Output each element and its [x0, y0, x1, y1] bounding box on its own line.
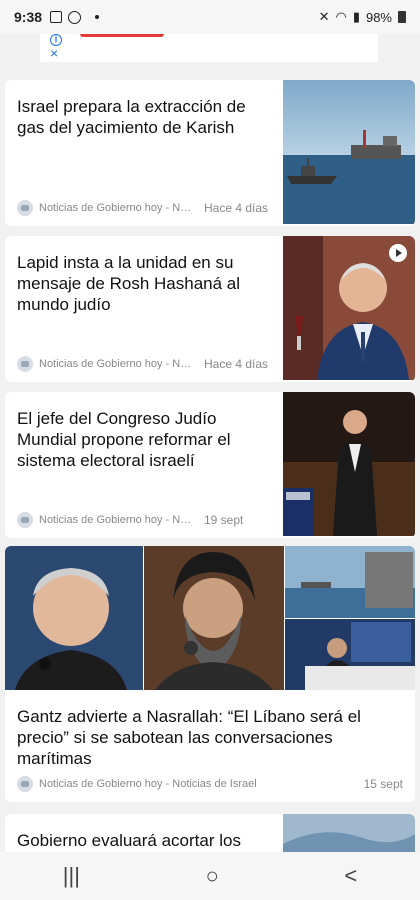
video-play-icon[interactable] [389, 244, 407, 262]
home-button[interactable]: ○ [206, 863, 219, 889]
wifi-icon: ◠ [335, 9, 347, 24]
battery-icon [398, 11, 406, 23]
article-card[interactable]: El jefe del Congreso Judío Mundial propo… [5, 392, 415, 538]
article-time: Hace 4 días [204, 357, 269, 371]
article-title: Gobierno evaluará acortar los [17, 831, 241, 850]
source-icon [17, 356, 33, 372]
article-title: Lapid insta a la unidad en su mensaje de… [17, 253, 241, 314]
article-title: El jefe del Congreso Judío Mundial propo… [17, 409, 231, 470]
article-source: Noticias de Gobierno hoy - Noticias de I… [39, 358, 194, 370]
status-time: 9:38 [14, 9, 43, 25]
source-icon [17, 776, 33, 792]
ad-accent-bar [80, 34, 164, 37]
article-title: Gantz advierte a Nasrallah: “El Líbano s… [17, 707, 361, 768]
article-card[interactable]: Lapid insta a la unidad en su mensaje de… [5, 236, 415, 382]
battery-percent: 98% [365, 9, 392, 25]
mute-icon: ✕ [318, 9, 330, 24]
article-image-collage [5, 546, 415, 690]
close-icon[interactable]: × [50, 46, 58, 60]
article-title: Israel prepara la extracción de gas del … [17, 97, 246, 137]
article-time: 19 sept [204, 513, 244, 527]
article-meta: Noticias de Gobierno hoy - Noticias de I… [17, 356, 268, 372]
status-bar: 9:38 ✕ ◠ ▮ 98% [0, 0, 420, 34]
back-button[interactable]: < [344, 863, 357, 889]
gallery-notification-icon [50, 11, 63, 23]
article-source: Noticias de Gobierno hoy - Noticias de I… [39, 202, 194, 214]
article-meta: Noticias de Gobierno hoy - Noticias de I… [17, 776, 403, 792]
whatsapp-notification-icon [68, 10, 82, 24]
article-card[interactable]: Israel prepara la extracción de gas del … [5, 80, 415, 226]
article-time: Hace 4 días [204, 201, 269, 215]
signal-icon: ▮ [352, 9, 360, 24]
more-notifications-icon [95, 15, 100, 19]
article-meta: Noticias de Gobierno hoy - Noticias de I… [17, 200, 268, 216]
system-nav-bar: ||| ○ < [0, 852, 420, 900]
recents-button[interactable]: ||| [63, 863, 80, 889]
status-right: ✕ ◠ ▮ 98% [319, 9, 406, 25]
ad-banner[interactable]: i × [40, 34, 378, 62]
article-card[interactable]: Gantz advierte a Nasrallah: “El Líbano s… [5, 546, 415, 802]
source-icon [17, 200, 33, 216]
article-thumbnail [283, 80, 415, 224]
article-source: Noticias de Gobierno hoy - Noticias de I… [39, 514, 194, 526]
article-time: 15 sept [363, 777, 403, 791]
article-source: Noticias de Gobierno hoy - Noticias de I… [39, 778, 257, 790]
article-thumbnail [283, 392, 415, 536]
article-meta: Noticias de Gobierno hoy - Noticias de I… [17, 512, 243, 528]
source-icon [17, 512, 33, 528]
